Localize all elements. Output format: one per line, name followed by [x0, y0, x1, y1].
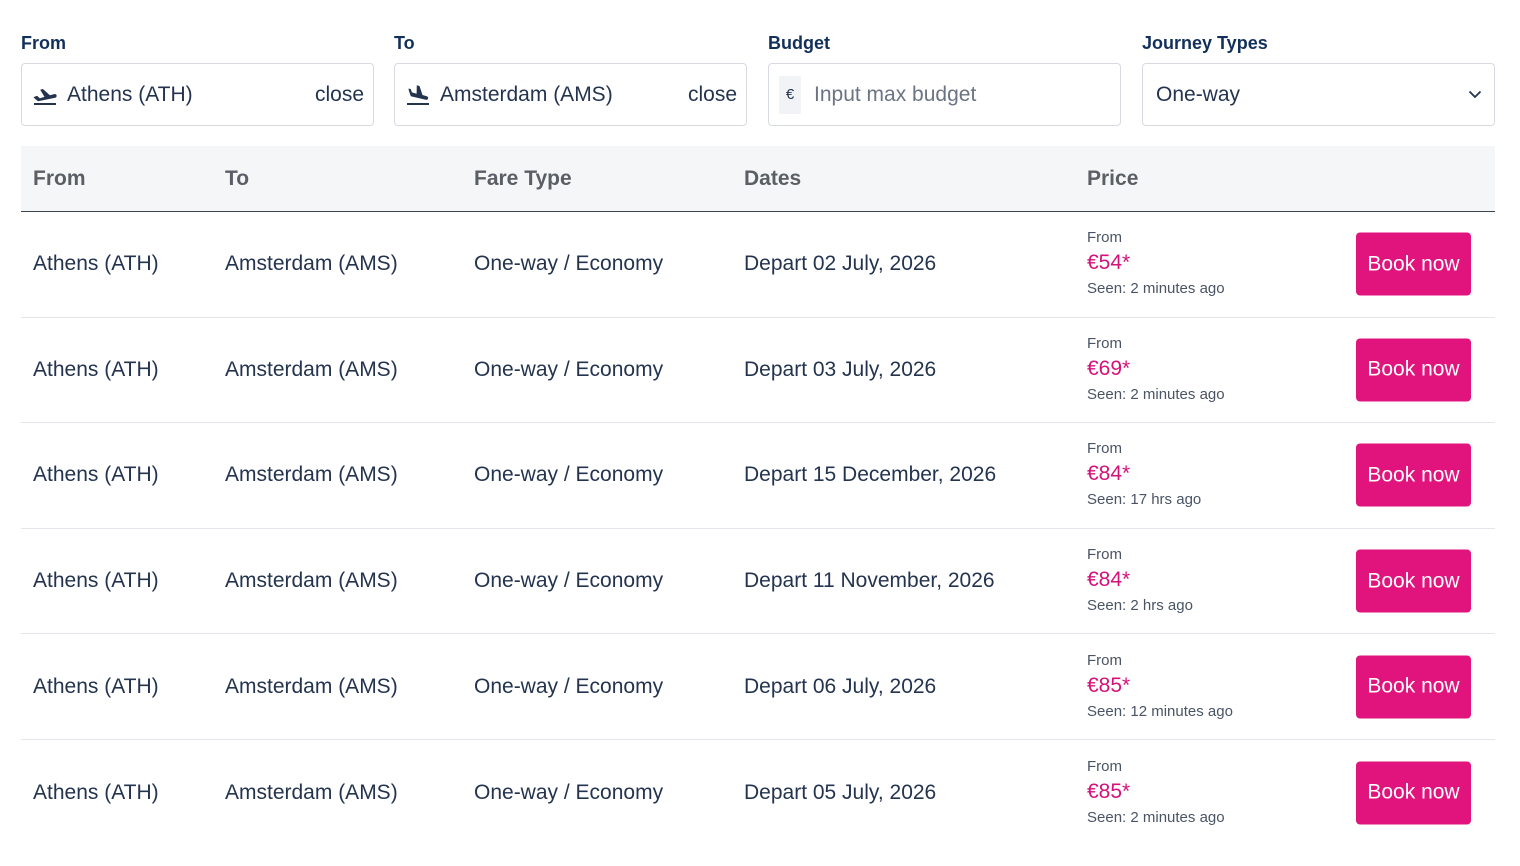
price-seen: Seen: 2 minutes ago [1087, 280, 1225, 298]
row-fare-type: One-way / Economy [474, 780, 664, 804]
chevron-down-icon [1465, 85, 1485, 105]
row-to: Amsterdam (AMS) [225, 357, 398, 381]
row-date: Depart 06 July, 2026 [744, 674, 937, 698]
row-date: Depart 15 December, 2026 [744, 463, 997, 487]
journey-type-select[interactable]: One-way [1142, 63, 1495, 126]
price-seen: Seen: 17 hrs ago [1087, 491, 1202, 509]
row-to: Amsterdam (AMS) [225, 780, 398, 804]
row-date: Depart 11 November, 2026 [744, 569, 995, 593]
row-to: Amsterdam (AMS) [225, 252, 398, 276]
price-amount: €85* [1087, 779, 1131, 803]
row-from: Athens (ATH) [33, 463, 159, 487]
plane-departure-icon [32, 82, 58, 108]
row-fare-type: One-way / Economy [474, 674, 664, 698]
row-to: Amsterdam (AMS) [225, 569, 398, 593]
book-now-button[interactable]: Book now [1356, 443, 1471, 507]
header-to: To [225, 167, 250, 190]
price-seen: Seen: 12 minutes ago [1087, 702, 1233, 720]
budget-input[interactable] [814, 82, 1094, 107]
header-price: Price [1087, 167, 1139, 190]
price-prefix: From [1087, 546, 1122, 564]
search-filters: From Athens (ATH) close To Amsterdam (AM… [21, 30, 1495, 126]
price-prefix: From [1087, 440, 1122, 458]
budget-filter: Budget € [768, 30, 1121, 126]
row-from: Athens (ATH) [33, 252, 159, 276]
journey-type-filter: Journey Types One-way [1142, 30, 1495, 126]
budget-label: Budget [768, 33, 830, 53]
row-to: Amsterdam (AMS) [225, 463, 398, 487]
from-label: From [21, 33, 66, 53]
row-date: Depart 02 July, 2026 [744, 252, 937, 276]
table-row: Athens (ATH) Amsterdam (AMS) One-way / E… [21, 318, 1495, 424]
price-seen: Seen: 2 minutes ago [1087, 808, 1225, 826]
to-clear-button[interactable]: close [688, 83, 737, 107]
row-from: Athens (ATH) [33, 780, 159, 804]
header-from: From [33, 167, 86, 190]
price-prefix: From [1087, 229, 1122, 247]
journey-type-label: Journey Types [1142, 33, 1268, 53]
row-from: Athens (ATH) [33, 569, 159, 593]
price-seen: Seen: 2 minutes ago [1087, 385, 1225, 403]
price-seen: Seen: 2 hrs ago [1087, 597, 1193, 615]
from-field[interactable]: Athens (ATH) close [21, 63, 374, 126]
currency-symbol: € [779, 75, 801, 114]
table-row: Athens (ATH) Amsterdam (AMS) One-way / E… [21, 529, 1495, 635]
table-row: Athens (ATH) Amsterdam (AMS) One-way / E… [21, 634, 1495, 740]
row-from: Athens (ATH) [33, 357, 159, 381]
book-now-button[interactable]: Book now [1356, 549, 1471, 613]
row-price: From €85* Seen: 2 minutes ago [1087, 740, 1225, 846]
to-value: Amsterdam (AMS) [440, 82, 613, 106]
row-date: Depart 03 July, 2026 [744, 357, 937, 381]
row-to: Amsterdam (AMS) [225, 674, 398, 698]
table-row: Athens (ATH) Amsterdam (AMS) One-way / E… [21, 423, 1495, 529]
row-price: From €84* Seen: 2 hrs ago [1087, 529, 1193, 634]
from-value: Athens (ATH) [67, 82, 193, 106]
header-dates: Dates [744, 167, 802, 190]
row-price: From €85* Seen: 12 minutes ago [1087, 634, 1233, 739]
from-clear-button[interactable]: close [315, 83, 364, 107]
header-fare-type: Fare Type [474, 167, 572, 190]
table-header: From To Fare Type Dates Price [21, 146, 1495, 212]
to-label: To [394, 33, 415, 53]
fares-table: From To Fare Type Dates Price Athens (AT… [21, 146, 1495, 846]
row-price: From €69* Seen: 2 minutes ago [1087, 318, 1225, 423]
from-filter: From Athens (ATH) close [21, 30, 374, 126]
row-price: From €84* Seen: 17 hrs ago [1087, 423, 1201, 528]
price-prefix: From [1087, 651, 1122, 669]
row-fare-type: One-way / Economy [474, 357, 664, 381]
price-amount: €54* [1087, 251, 1131, 275]
book-now-button[interactable]: Book now [1356, 338, 1471, 402]
plane-arrival-icon [405, 82, 431, 108]
to-filter: To Amsterdam (AMS) close [394, 30, 747, 126]
book-now-button[interactable]: Book now [1356, 761, 1471, 825]
table-row: Athens (ATH) Amsterdam (AMS) One-way / E… [21, 212, 1495, 318]
row-price: From €54* Seen: 2 minutes ago [1087, 212, 1225, 317]
row-fare-type: One-way / Economy [474, 569, 664, 593]
row-fare-type: One-way / Economy [474, 252, 664, 276]
budget-field[interactable]: € [768, 63, 1121, 126]
table-row: Athens (ATH) Amsterdam (AMS) One-way / E… [21, 740, 1495, 846]
price-amount: €84* [1087, 568, 1131, 592]
to-field[interactable]: Amsterdam (AMS) close [394, 63, 747, 126]
row-from: Athens (ATH) [33, 674, 159, 698]
book-now-button[interactable]: Book now [1356, 232, 1471, 296]
price-amount: €84* [1087, 462, 1131, 486]
row-date: Depart 05 July, 2026 [744, 780, 937, 804]
journey-type-value: One-way [1156, 82, 1241, 106]
price-amount: €69* [1087, 356, 1131, 380]
book-now-button[interactable]: Book now [1356, 655, 1471, 719]
price-amount: €85* [1087, 673, 1131, 697]
price-prefix: From [1087, 334, 1122, 352]
price-prefix: From [1087, 757, 1122, 775]
row-fare-type: One-way / Economy [474, 463, 664, 487]
